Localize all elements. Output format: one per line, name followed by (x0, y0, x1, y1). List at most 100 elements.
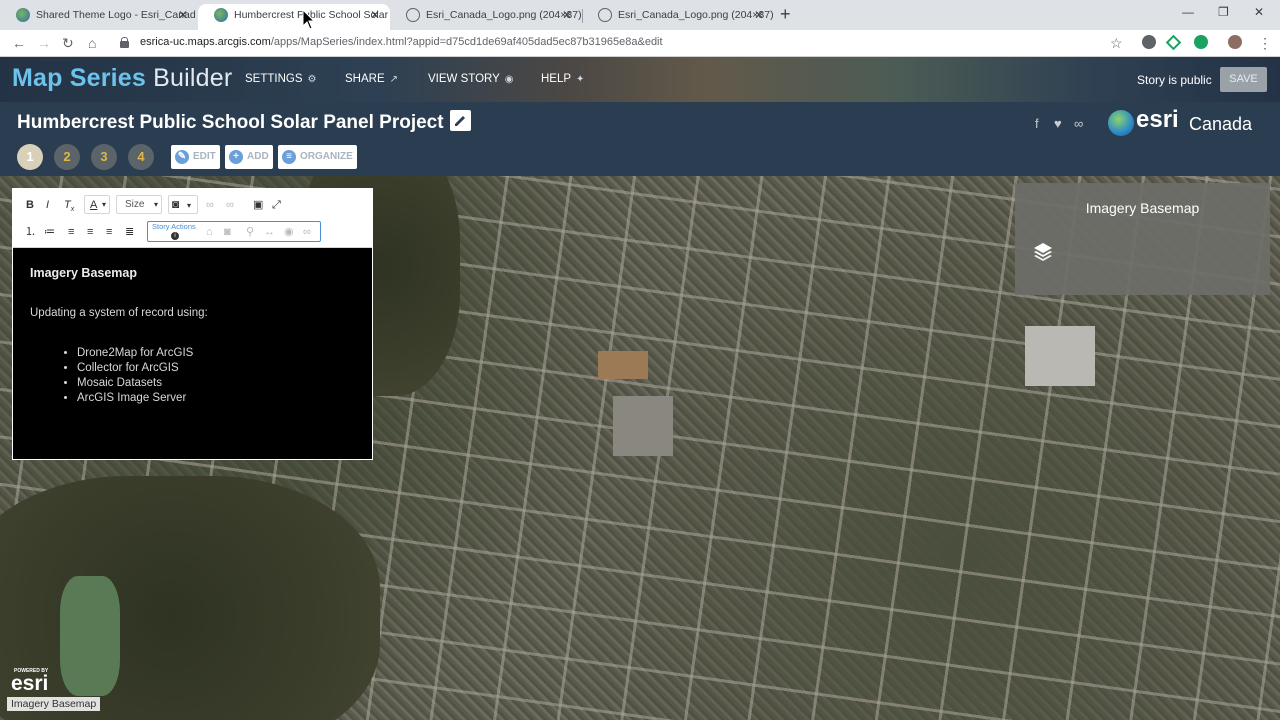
text-editor-panel: B I Tx A ▾ Size ▾ ◙ ▾ ∞ ∞ ▣ ⤢ ⒈ ≔ ≡ ≡ ≡ … (12, 188, 373, 460)
legend-panel: Imagery Basemap (1015, 183, 1270, 295)
browser-tab-2[interactable]: Humbercrest Public School Solar ✕ (198, 4, 390, 30)
twitter-icon[interactable]: ♥ (1054, 116, 1062, 131)
list-item: Collector for ArcGIS (77, 361, 193, 376)
camera-icon: ◙ (172, 197, 180, 211)
powered-by-esri-word: esri (11, 672, 49, 695)
chevron-down-icon: ▾ (102, 200, 107, 209)
forward-arrow-icon[interactable]: → (37, 33, 51, 53)
browser-tab-3[interactable]: Esri_Canada_Logo.png (204×37) ✕ (390, 4, 582, 30)
browser-tab-1[interactable]: Shared Theme Logo - Esri_Canad ✕ (0, 4, 198, 30)
content-intro: Updating a system of record using: (30, 307, 208, 319)
save-button[interactable]: SAVE (1220, 67, 1267, 92)
new-tab-button[interactable]: + (780, 4, 791, 24)
browser-tab-4[interactable]: Esri_Canada_Logo.png (204×37) ✕ (582, 4, 774, 30)
facebook-icon[interactable]: f (1035, 116, 1039, 131)
globe-icon (598, 8, 612, 22)
bold-icon[interactable]: B (26, 197, 34, 213)
arcgis-favicon-icon (16, 8, 30, 22)
editor-content[interactable]: Imagery Basemap Updating a system of rec… (13, 248, 372, 459)
content-heading: Imagery Basemap (30, 266, 138, 280)
layers-icon[interactable] (1033, 241, 1053, 261)
entry-button-4[interactable]: 4 (128, 144, 154, 170)
edit-label: EDIT (193, 151, 216, 162)
back-arrow-icon[interactable]: ← (12, 33, 26, 53)
bookmark-star-icon[interactable]: ☆ (1110, 33, 1123, 53)
organize-entries-button[interactable]: ≡ ORGANIZE (278, 145, 357, 169)
window-close-icon[interactable]: ✕ (1254, 5, 1264, 19)
align-left-icon[interactable]: ≡ (68, 224, 74, 240)
entry-button-1[interactable]: 1 (17, 144, 43, 170)
info-icon[interactable]: i (171, 232, 179, 240)
legend-title: Imagery Basemap (1085, 200, 1200, 216)
minimize-icon[interactable]: — (1182, 5, 1194, 19)
map-school-building (1025, 326, 1095, 386)
source-code-icon[interactable]: ▣ (253, 197, 263, 213)
extension-badge-icon[interactable] (1194, 35, 1208, 49)
add-entry-button[interactable]: + ADD (225, 145, 273, 169)
list-icon: ≡ (282, 150, 296, 164)
close-icon[interactable]: ✕ (178, 4, 188, 26)
edit-title-button[interactable] (450, 110, 471, 131)
reload-icon[interactable]: ↻ (62, 33, 74, 53)
italic-icon[interactable]: I (46, 197, 49, 213)
eye-icon: ◉ (504, 74, 514, 85)
list-item: Mosaic Datasets (77, 376, 193, 391)
builder-title: Map Series Builder (12, 64, 232, 93)
address-bar[interactable]: esrica-uc.maps.arcgis.com/apps/MapSeries… (140, 36, 663, 48)
fullscreen-icon[interactable]: ⤢ (272, 197, 281, 213)
view-story-menu[interactable]: VIEW STORY ◉ (428, 73, 514, 85)
list-item: Drone2Map for ArcGIS (77, 346, 193, 361)
font-color-dropdown[interactable]: A ▾ (84, 195, 110, 214)
media-dropdown[interactable]: ◙ ▾ (168, 195, 198, 214)
builder-title-light: Builder (153, 64, 233, 92)
remove-action-icon[interactable]: ∞ (303, 224, 311, 240)
navigate-map-icon[interactable]: ⌂ (206, 224, 213, 240)
story-status: Story is public (1137, 73, 1212, 87)
timeline-icon[interactable]: ↔ (264, 224, 275, 240)
help-menu[interactable]: HELP ✦ (541, 73, 584, 85)
extension-icon[interactable] (1142, 35, 1156, 49)
close-icon[interactable]: ✕ (562, 4, 572, 26)
share-menu[interactable]: SHARE ↗ (345, 73, 398, 85)
pencil-icon: ✎ (175, 150, 189, 164)
justify-icon[interactable]: ≣ (125, 224, 134, 240)
extension-diamond-icon[interactable] (1165, 34, 1182, 51)
font-size-dropdown[interactable]: Size ▾ (116, 195, 162, 214)
link-icon[interactable]: ∞ (206, 197, 214, 213)
settings-menu[interactable]: SETTINGS ⚙ (245, 73, 316, 85)
close-icon[interactable]: ✕ (754, 4, 764, 26)
builder-title-bold: Map Series (12, 64, 147, 92)
clear-format-icon[interactable]: Tx (64, 197, 74, 218)
edit-entry-button[interactable]: ✎ EDIT (171, 145, 220, 169)
content-list: Drone2Map for ArcGIS Collector for ArcGI… (77, 346, 193, 406)
powered-by-esri-logo: POWERED BY esri (11, 668, 61, 696)
align-right-icon[interactable]: ≡ (106, 224, 112, 240)
font-color-icon: A (90, 199, 98, 211)
link-icon[interactable]: ∞ (1074, 116, 1083, 131)
unlink-icon[interactable]: ∞ (226, 197, 234, 213)
align-center-icon[interactable]: ≡ (87, 224, 93, 240)
browser-menu-icon[interactable]: ⋮ (1258, 33, 1272, 53)
home-icon[interactable]: ⌂ (88, 33, 96, 53)
organize-label: ORGANIZE (300, 151, 353, 162)
close-icon[interactable]: ✕ (370, 4, 380, 26)
url-path: /apps/MapSeries/index.html?appid=d75cd1d… (270, 36, 663, 48)
profile-avatar[interactable] (1228, 35, 1242, 49)
restore-icon[interactable]: ❐ (1218, 5, 1229, 19)
bulleted-list-icon[interactable]: ≔ (44, 224, 55, 240)
add-label: ADD (247, 151, 269, 162)
url-host: esrica-uc.maps.arcgis.com (140, 36, 271, 48)
help-icon: ✦ (576, 74, 585, 85)
eye-icon[interactable]: ◉ (284, 224, 294, 240)
story-actions-label: Story Actions (152, 222, 196, 231)
entry-button-3[interactable]: 3 (91, 144, 117, 170)
map-track (598, 351, 648, 379)
app-header: Map Series Builder SETTINGS ⚙ SHARE ↗ VIEW… (0, 57, 1280, 102)
media-action-icon[interactable]: ◙ (224, 224, 231, 240)
numbered-list-icon[interactable]: ⒈ (25, 224, 36, 240)
story-actions-group: Story Actions i ⌂ ◙ ⚲ ↔ ◉ ∞ (147, 221, 321, 242)
font-size-label: Size (125, 199, 145, 210)
tab-title: Esri_Canada_Logo.png (204×37) (618, 9, 774, 21)
entry-button-2[interactable]: 2 (54, 144, 80, 170)
location-icon[interactable]: ⚲ (246, 224, 254, 240)
